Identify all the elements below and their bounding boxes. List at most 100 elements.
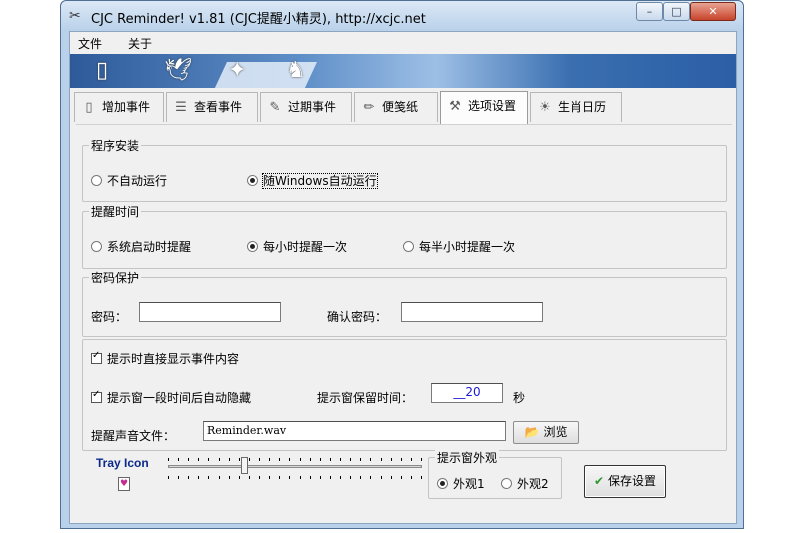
slider-tick	[340, 458, 341, 461]
title-bar[interactable]: ✂ CJC Reminder! v1.81 (CJC提醒小精灵), http:/…	[61, 1, 743, 31]
radio-autorun-windows[interactable]: 随Windows自动运行	[247, 172, 378, 189]
minimize-button[interactable]: –	[636, 2, 663, 21]
banner: ▯ 🕊 ✦ ♞	[70, 54, 736, 88]
menu-file[interactable]: 文件	[78, 35, 102, 52]
radio-dot	[437, 478, 448, 489]
menu-about[interactable]: 关于	[128, 35, 152, 52]
auto-hide-checkbox[interactable]: 提示窗一段时间后自动隐藏	[91, 389, 251, 406]
maximize-button[interactable]: □	[663, 2, 690, 21]
install-group: 程序安装 不自动运行 随Windows自动运行	[82, 137, 727, 202]
seconds-unit-label: 秒	[513, 391, 526, 405]
slider-tick	[381, 458, 382, 461]
tools-icon: ⚒	[449, 99, 461, 114]
slider-tick	[269, 458, 270, 461]
slider-tick	[320, 458, 321, 461]
show-content-checkbox[interactable]: 提示时直接显示事件内容	[91, 350, 239, 367]
confirm-password-label: 确认密码：	[327, 310, 388, 324]
sound-file-input[interactable]: Reminder.wav	[203, 421, 506, 441]
window-title: CJC Reminder! v1.81 (CJC提醒小精灵), http://x…	[91, 12, 426, 27]
radio-appearance-2[interactable]: 外观2	[501, 475, 549, 492]
bird-icon[interactable]: ✦	[228, 58, 246, 83]
password-input[interactable]	[139, 302, 281, 322]
radio-appearance-1[interactable]: 外观1	[437, 475, 485, 492]
slider-tick	[289, 458, 290, 461]
slider-tick	[198, 458, 199, 461]
slider-ticks-bottom	[168, 476, 422, 479]
display-options-group: 提示时直接显示事件内容 提示窗一段时间后自动隐藏 提示窗保留时间： __20 秒…	[82, 339, 727, 451]
tab-view-events[interactable]: ☰ 查看事件	[166, 92, 258, 122]
slider-tick	[219, 476, 220, 479]
keep-time-input[interactable]: __20	[431, 383, 503, 403]
slider-tick	[279, 458, 280, 461]
radio-label: 系统启动时提醒	[107, 240, 192, 254]
tab-add-event[interactable]: ▯ 增加事件	[74, 92, 164, 122]
tray-icon-label: Tray Icon	[96, 456, 149, 470]
slider-tick	[330, 458, 331, 461]
tab-zodiac-calendar[interactable]: ☀ 生肖日历	[530, 92, 622, 122]
keep-time-label: 提示窗保留时间：	[317, 391, 414, 405]
slider-tick	[178, 458, 179, 461]
options-panel: 程序安装 不自动运行 随Windows自动运行 提醒时间 系统启动时提醒 每小时…	[76, 124, 732, 520]
tab-label: 生肖日历	[558, 100, 607, 114]
radio-remind-half-hourly[interactable]: 每半小时提醒一次	[403, 238, 515, 255]
dove-icon[interactable]: 🕊	[164, 58, 192, 83]
horse-icon[interactable]: ♞	[286, 58, 306, 83]
appearance-group-title: 提示窗外观	[435, 449, 500, 466]
remind-time-group-title: 提醒时间	[89, 203, 142, 220]
tab-options[interactable]: ⚒ 选项设置	[440, 91, 528, 124]
app-window: ✂ CJC Reminder! v1.81 (CJC提醒小精灵), http:/…	[60, 0, 744, 529]
slider-tick	[310, 476, 311, 479]
radio-dot	[247, 241, 258, 252]
slider-tick	[421, 476, 422, 479]
save-settings-button[interactable]: ✔ 保存设置	[584, 465, 666, 498]
tab-notepad[interactable]: ✏ 便笺纸	[354, 92, 438, 122]
client-area: 文件 关于 ▯ 🕊 ✦ ♞ ▯ 增加事件 ☰ 查看事件 ✎ 过期事件 ✏ 便笺纸	[69, 31, 737, 524]
door-icon[interactable]: ▯	[96, 58, 108, 83]
slider-tick	[239, 476, 240, 479]
tab-label: 增加事件	[102, 100, 151, 114]
sun-icon: ☀	[539, 100, 551, 115]
checkbox-label: 提示窗一段时间后自动隐藏	[107, 391, 252, 405]
radio-no-autorun[interactable]: 不自动运行	[91, 172, 167, 189]
tray-slider-track[interactable]	[168, 465, 422, 468]
tab-label: 查看事件	[194, 100, 243, 114]
slider-tick	[411, 476, 412, 479]
confirm-password-input[interactable]	[401, 302, 543, 322]
slider-tick	[279, 476, 280, 479]
tray-preview-icon: ♥	[118, 477, 130, 491]
slider-tick	[249, 458, 250, 461]
radio-dot	[91, 241, 102, 252]
radio-label: 外观2	[517, 477, 549, 491]
radio-label: 随Windows自动运行	[262, 173, 378, 189]
appearance-group: 提示窗外观 外观1 外观2	[428, 449, 562, 499]
tray-slider-thumb[interactable]	[241, 457, 248, 474]
save-label: 保存设置	[608, 474, 657, 488]
slider-tick	[208, 476, 209, 479]
slider-tick	[330, 476, 331, 479]
password-group: 密码保护 密码： 确认密码：	[82, 269, 727, 337]
slider-tick	[300, 458, 301, 461]
radio-remind-on-startup[interactable]: 系统启动时提醒	[91, 238, 191, 255]
slider-tick	[421, 458, 422, 461]
tab-expired-events[interactable]: ✎ 过期事件	[260, 92, 352, 122]
slider-tick	[259, 476, 260, 479]
folder-open-icon: 📂	[524, 425, 540, 439]
browse-button[interactable]: 📂 浏览	[513, 421, 579, 444]
radio-remind-hourly[interactable]: 每小时提醒一次	[247, 238, 347, 255]
slider-tick	[350, 458, 351, 461]
sound-file-label: 提醒声音文件：	[91, 429, 176, 443]
slider-tick	[370, 476, 371, 479]
app-logo-icon: ✂	[69, 8, 81, 24]
list-icon: ☰	[175, 100, 187, 115]
slider-tick	[320, 476, 321, 479]
install-group-title: 程序安装	[89, 137, 142, 154]
close-button[interactable]: ✕	[690, 2, 736, 21]
slider-tick	[269, 476, 270, 479]
checkmark-icon: ✔	[593, 474, 605, 488]
password-group-title: 密码保护	[89, 269, 142, 286]
remind-time-group: 提醒时间 系统启动时提醒 每小时提醒一次 每半小时提醒一次	[82, 203, 727, 269]
slider-tick	[360, 458, 361, 461]
radio-dot	[403, 241, 414, 252]
browse-label: 浏览	[543, 425, 568, 439]
slider-tick	[391, 458, 392, 461]
